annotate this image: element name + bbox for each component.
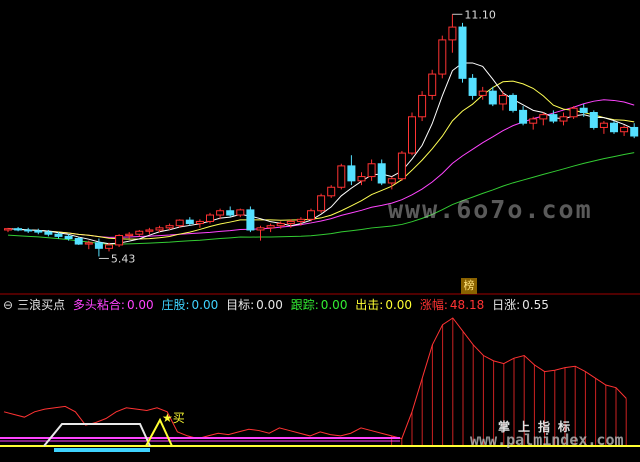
field-label: 跟踪:	[290, 298, 319, 312]
field-duotou: 多头粘合: 0.00	[73, 298, 154, 312]
cyan-strip	[54, 448, 150, 452]
watermark-sub-url: www.palmindex.com	[470, 431, 624, 449]
candle-down	[579, 107, 588, 114]
field-zhuanggu: 庄股: 0.00	[162, 298, 219, 312]
candle-up	[478, 90, 487, 96]
candle-down	[74, 238, 83, 245]
candle-up	[418, 94, 427, 118]
field-mubiao: 目标: 0.00	[226, 298, 283, 312]
candle-up	[84, 242, 93, 245]
candle-up	[135, 230, 144, 235]
candle-down	[347, 165, 356, 182]
candle-down	[24, 229, 33, 232]
candle-up	[387, 178, 396, 184]
candle-up	[337, 165, 346, 188]
candle-up	[4, 228, 12, 231]
candle-up	[559, 116, 568, 122]
candle-down	[488, 90, 497, 105]
candle-up	[236, 209, 245, 216]
candle-down	[630, 126, 639, 137]
field-label: 目标:	[226, 298, 255, 312]
candle-up	[155, 227, 164, 231]
field-value: 0.55	[522, 298, 549, 312]
collapse-icon[interactable]: ⊖	[3, 298, 13, 312]
buy-marker: ★买	[162, 411, 185, 425]
candle-down	[94, 242, 103, 249]
candle-down	[549, 114, 558, 122]
candle-up	[307, 210, 315, 220]
candle-down	[185, 219, 194, 225]
field-label: 出击:	[355, 298, 384, 312]
rank-badge[interactable]: 榜	[461, 278, 477, 294]
candle-down	[458, 26, 467, 79]
candle-up	[105, 244, 113, 249]
chart-canvas[interactable]: 11.10 5.43 ★买	[0, 0, 640, 462]
candle-up	[529, 118, 538, 124]
field-label: 多头粘合:	[72, 298, 125, 312]
candle-up	[408, 116, 416, 154]
candle-up	[569, 107, 578, 118]
candle-up	[286, 220, 295, 225]
field-rizhang: 日涨: 0.55	[492, 298, 549, 312]
candle-up	[195, 220, 204, 225]
field-value: 0.00	[191, 298, 219, 312]
field-value: 0.00	[126, 298, 154, 312]
candle-up	[145, 229, 154, 232]
white-trapezoid	[43, 423, 151, 447]
candle-down	[377, 163, 386, 184]
candle-down	[246, 209, 255, 231]
candle-up	[296, 218, 305, 222]
price-high-label: 11.10	[464, 8, 496, 21]
candle-up	[620, 126, 629, 133]
candle-up	[125, 233, 134, 237]
candle-up	[115, 235, 124, 246]
field-zhangfu: 涨幅: 48.18	[420, 298, 484, 312]
candle-down	[509, 94, 517, 111]
candle-down	[64, 235, 73, 240]
candle-up	[397, 152, 406, 180]
candle-up	[317, 195, 326, 212]
candle-up	[256, 227, 265, 231]
candle-up	[599, 122, 608, 128]
candle-down	[34, 230, 43, 233]
candle-up	[206, 214, 214, 222]
field-value: 0.00	[256, 298, 283, 312]
field-label: 庄股:	[161, 298, 190, 312]
candle-up	[539, 114, 548, 120]
candle-down	[610, 122, 618, 133]
price-panel: 11.10 5.43	[4, 8, 639, 265]
price-low-label: 5.43	[111, 252, 135, 265]
candle-up	[216, 210, 225, 216]
indicator-name[interactable]: 三浪买点	[17, 298, 65, 312]
candle-up	[175, 219, 184, 227]
candle-down	[44, 231, 53, 235]
candle-down	[226, 210, 235, 216]
candle-down	[14, 228, 23, 231]
candle-up	[438, 39, 447, 75]
candle-down	[519, 109, 528, 124]
candle-down	[54, 233, 63, 237]
field-genzong: 跟踪: 0.00	[291, 298, 348, 312]
candle-up	[276, 223, 285, 227]
candle-up	[448, 26, 457, 41]
field-label: 日涨:	[492, 298, 521, 312]
candle-up	[367, 163, 376, 178]
field-label: 涨幅:	[419, 298, 448, 312]
candle-up	[266, 225, 275, 229]
candle-up	[327, 186, 336, 197]
field-value: 0.00	[320, 298, 348, 312]
candle-down	[589, 112, 598, 128]
candle-up	[165, 225, 174, 229]
field-value: 48.18	[449, 298, 485, 312]
candle-down	[468, 77, 477, 96]
indicator-header: ⊖ 三浪买点 多头粘合: 0.00 庄股: 0.00 目标: 0.00 跟踪: 0.00 …	[0, 296, 640, 314]
watermark-main: www.6o7o.com	[388, 195, 593, 224]
field-value: 0.00	[385, 298, 413, 312]
candle-up	[357, 176, 366, 182]
candle-up	[428, 73, 437, 96]
field-chuji: 出击: 0.00	[355, 298, 412, 312]
candle-up	[498, 94, 507, 105]
